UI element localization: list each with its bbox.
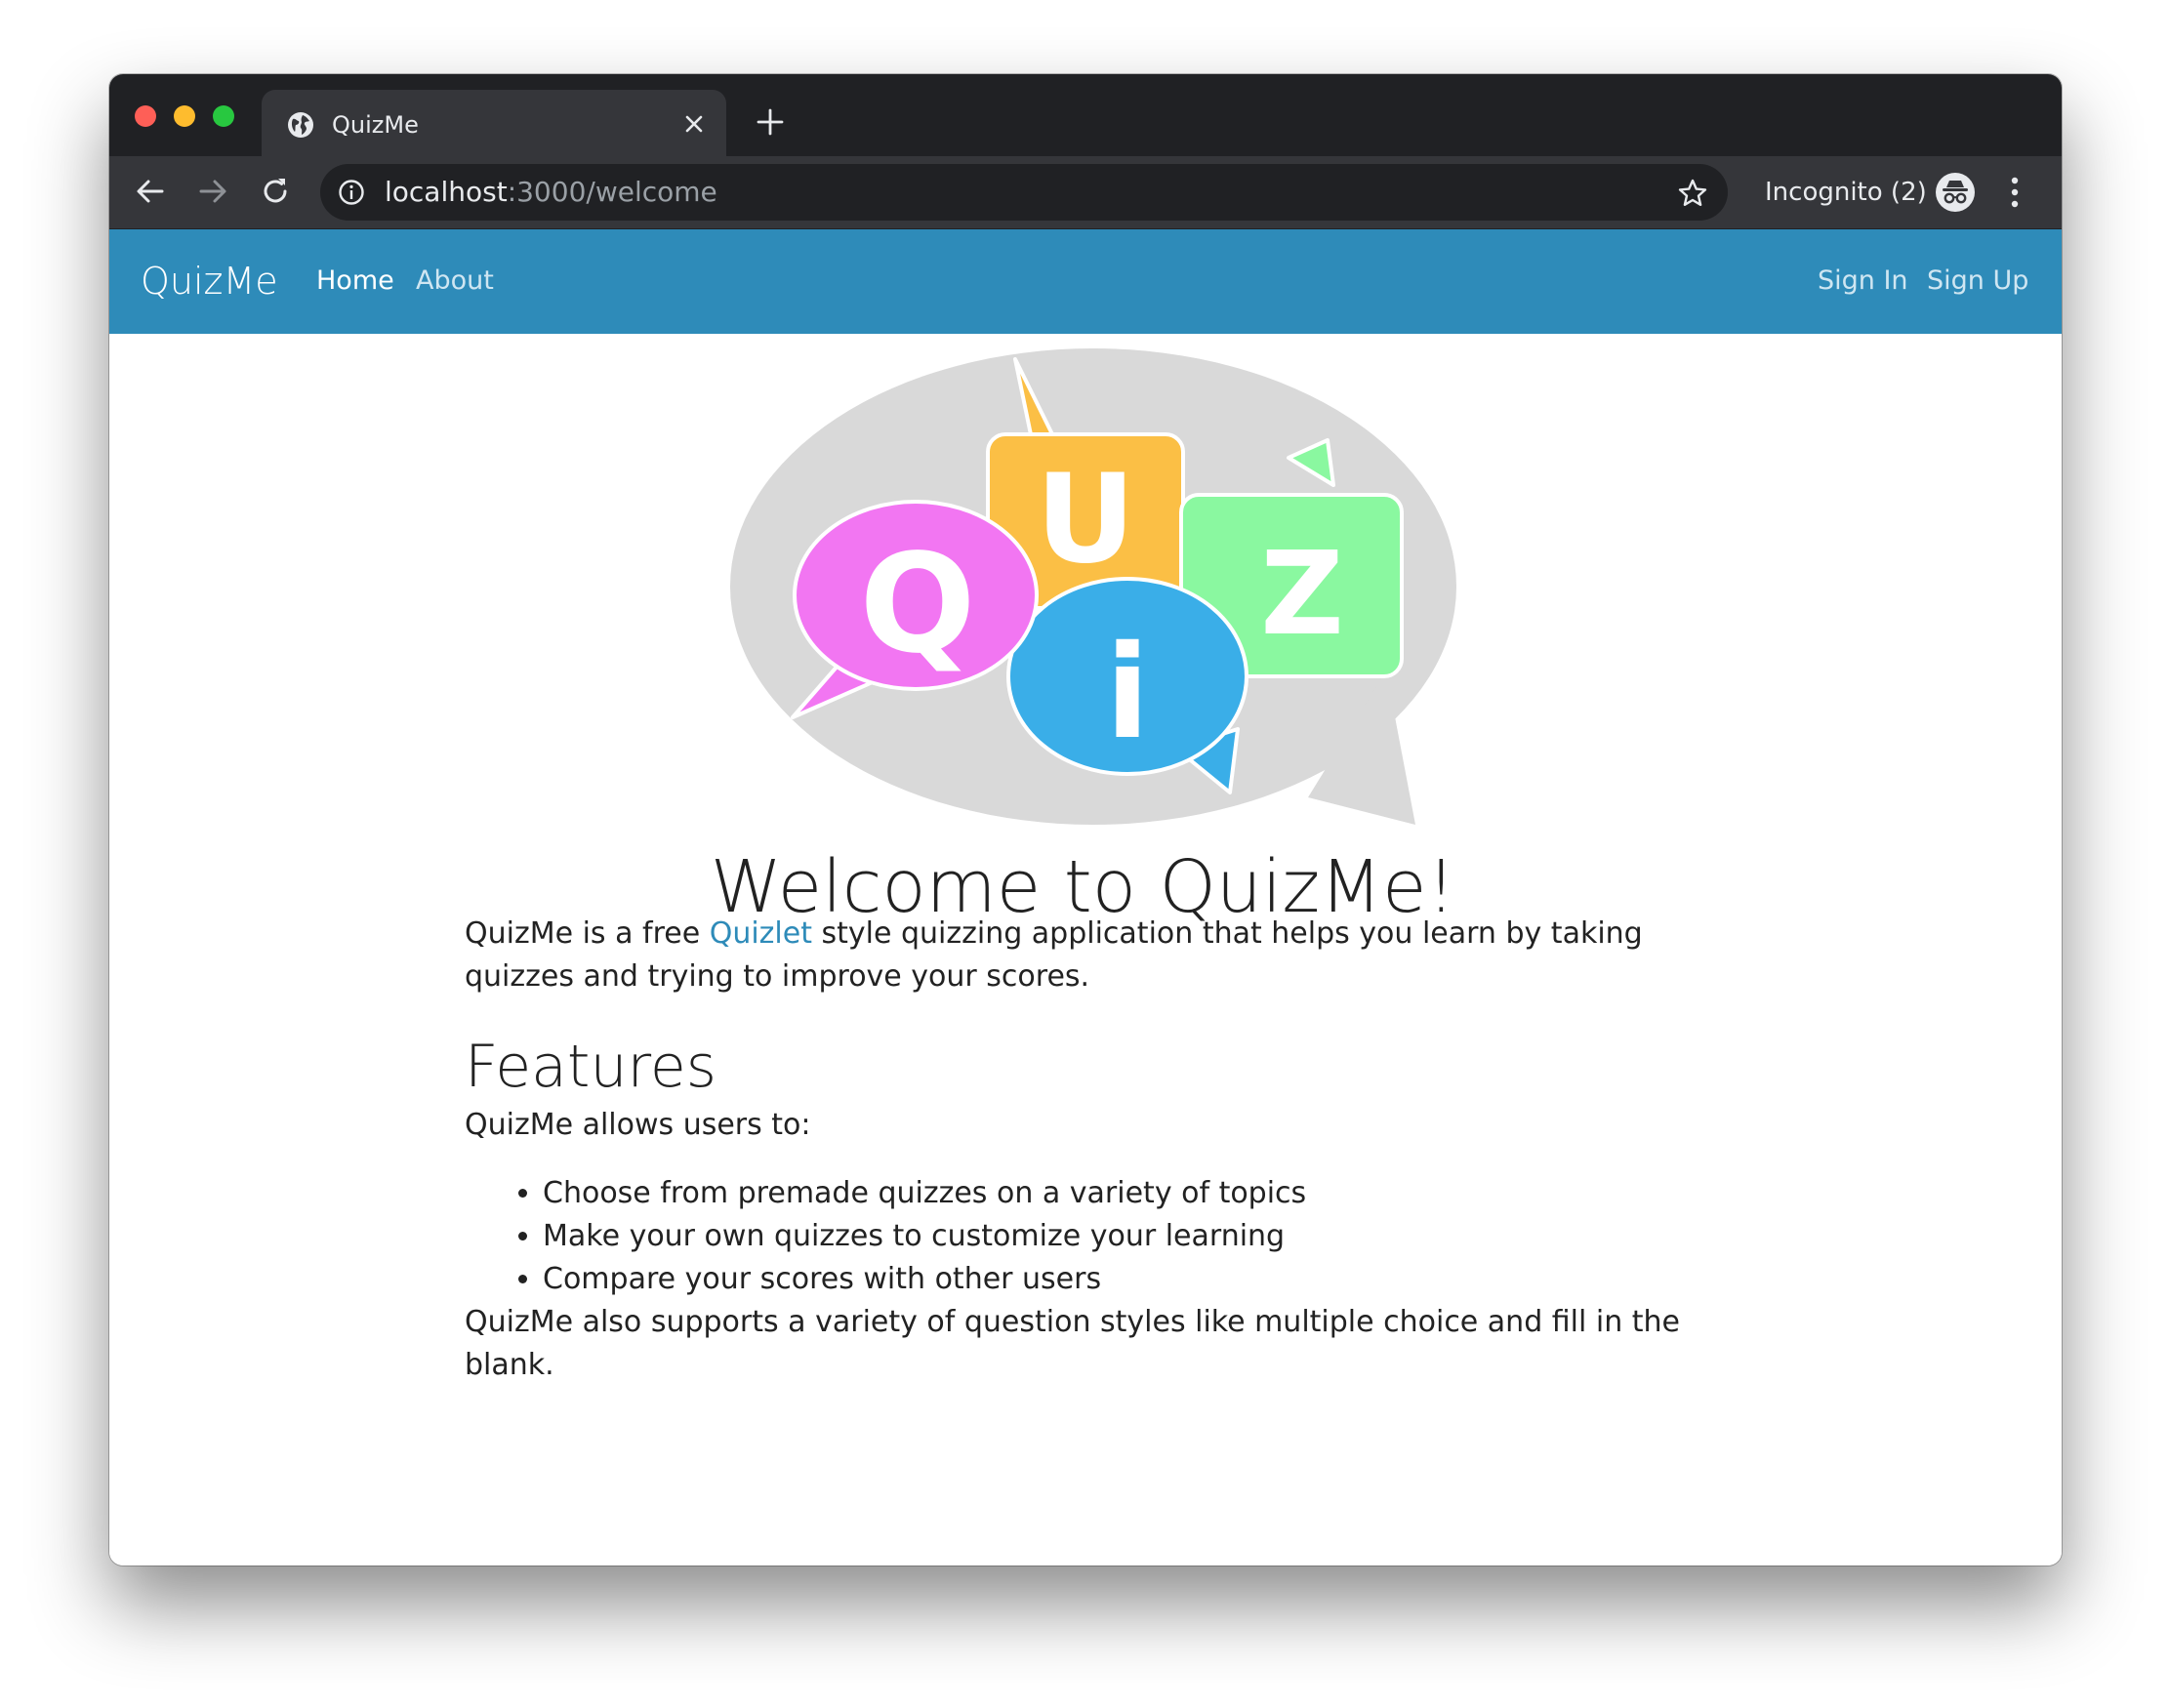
browser-toolbar: localhost:3000/welcome Incognito (2) [109,156,2062,229]
web-page: QuizMe Home About Sign In Sign Up U Z i … [109,229,2062,1566]
browser-window: QuizMe localhost:3000/welcome Incognito … [109,74,2062,1566]
globe-icon [288,112,313,138]
url-text[interactable]: localhost:3000/welcome [385,174,717,211]
logo-letter-i: i [1105,618,1149,768]
main-content: QuizMe is a free Quizlet style quizzing … [465,913,1704,1387]
site-info-icon[interactable] [338,179,365,206]
nav-link-about[interactable]: About [416,262,494,301]
logo-letter-z: Z [1260,526,1344,661]
close-window-button[interactable] [135,105,156,127]
closing-paragraph: QuizMe also supports a variety of questi… [465,1305,1680,1382]
tab-quizme[interactable]: QuizMe [262,90,726,156]
bookmark-star-icon[interactable] [1677,178,1708,209]
logo-letter-u: U [1036,447,1135,590]
address-bar[interactable]: localhost:3000/welcome [320,164,1728,221]
incognito-label[interactable]: Incognito (2) [1765,174,1927,211]
close-icon[interactable] [681,111,707,137]
list-item: Choose from premade quizzes on a variety… [543,1172,1704,1215]
features-heading: Features [465,1033,716,1101]
sign-in-link[interactable]: Sign In [1818,262,1908,301]
intro-text-start: QuizMe is a free [465,916,710,951]
list-item: Compare your scores with other users [543,1258,1704,1301]
sign-up-link[interactable]: Sign Up [1927,262,2028,301]
forward-arrow-icon[interactable] [195,174,230,209]
reload-icon[interactable] [258,174,293,209]
new-tab-plus-icon[interactable] [754,105,787,139]
tab-title: QuizMe [332,111,419,139]
more-vert-icon[interactable] [2009,176,2021,209]
tab-strip: QuizMe [109,74,2062,156]
quizme-logo: U Z i Q [730,348,1456,825]
features-intro: QuizMe allows users to: [465,1108,811,1142]
navbar-brand[interactable]: QuizMe [141,257,278,305]
list-item: Make your own quizzes to customize your … [543,1215,1704,1258]
url-path: :3000/welcome [507,176,717,208]
maximize-window-button[interactable] [213,105,234,127]
minimize-window-button[interactable] [174,105,195,127]
site-navbar: QuizMe Home About Sign In Sign Up [109,229,2062,334]
features-list: Choose from premade quizzes on a variety… [465,1172,1704,1301]
quizlet-link[interactable]: Quizlet [710,916,812,951]
back-arrow-icon[interactable] [133,174,168,209]
incognito-icon[interactable] [1935,172,1976,213]
logo-letter-q: Q [859,525,975,684]
intro-paragraph: QuizMe is a free Quizlet style quizzing … [465,913,1704,998]
url-host: localhost [385,176,508,208]
nav-link-home[interactable]: Home [316,262,394,301]
